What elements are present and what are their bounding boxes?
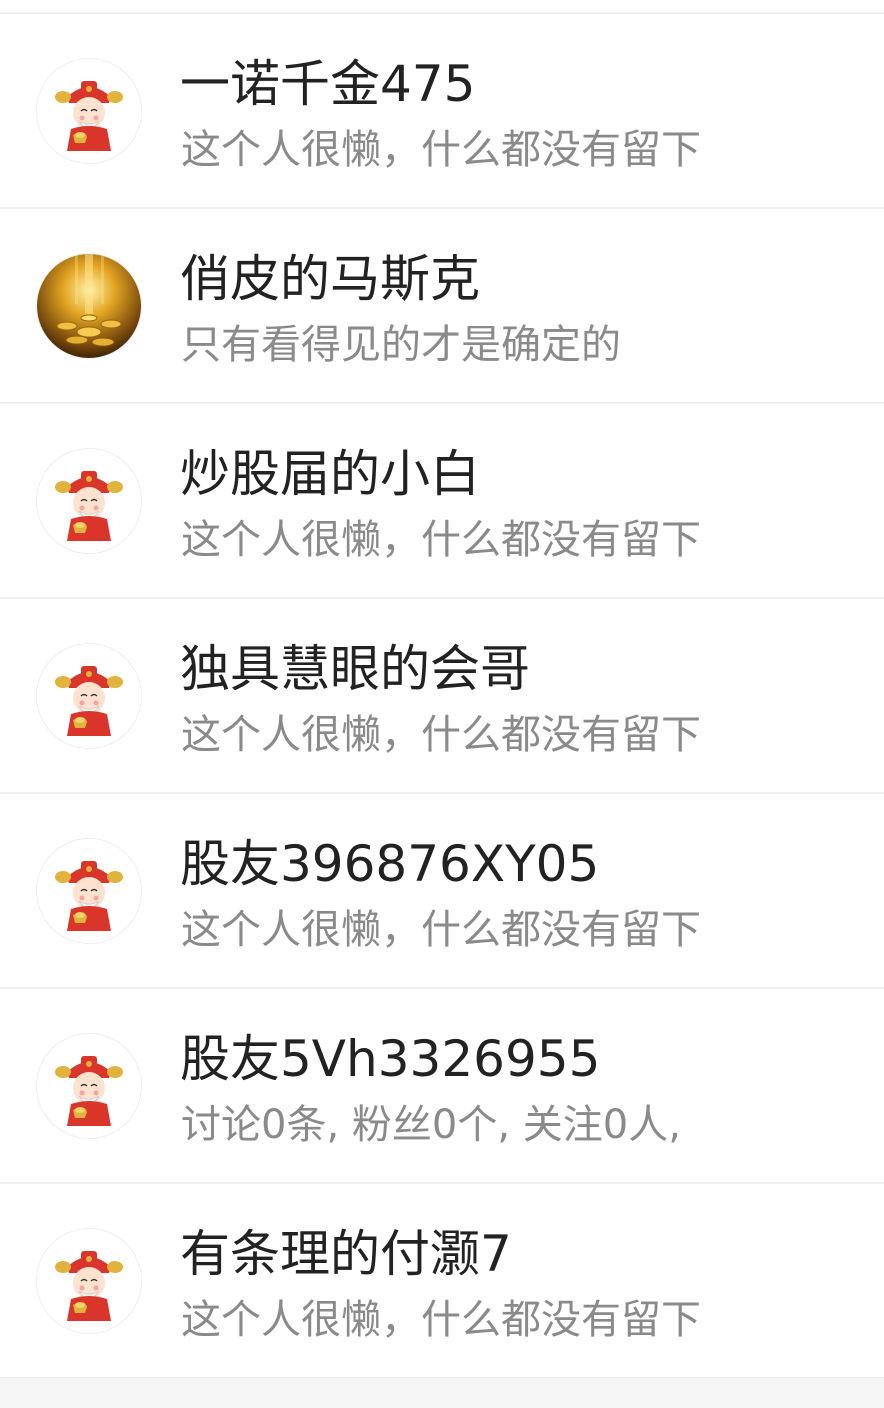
user-name[interactable]: 一诺千金475 xyxy=(180,52,475,116)
gold-coins-avatar-icon[interactable] xyxy=(37,254,141,358)
user-list-item[interactable]: 俏皮的马斯克 只有看得见的才是确定的 xyxy=(0,209,884,404)
caishen-avatar-icon[interactable] xyxy=(37,59,141,163)
user-list: 一诺千金475 这个人很懒，什么都没有留下 俏皮的马斯克 只有看得见的才是确定的… xyxy=(0,12,884,1379)
caishen-avatar-icon[interactable] xyxy=(37,839,141,943)
user-name[interactable]: 炒股届的小白 xyxy=(180,442,480,506)
user-list-item[interactable]: 股友5Vh3326955 讨论0条, 粉丝0个, 关注0人, xyxy=(0,989,884,1184)
caishen-avatar-icon[interactable] xyxy=(37,1229,141,1333)
caishen-avatar-icon[interactable] xyxy=(37,644,141,748)
user-description: 这个人很懒，什么都没有留下 xyxy=(181,1297,701,1343)
user-list-item[interactable]: 独具慧眼的会哥 这个人很懒，什么都没有留下 xyxy=(0,599,884,794)
user-list-item[interactable]: 一诺千金475 这个人很懒，什么都没有留下 xyxy=(0,14,884,209)
user-list-item[interactable]: 股友396876XY05 这个人很懒，什么都没有留下 xyxy=(0,794,884,989)
user-description: 这个人很懒，什么都没有留下 xyxy=(181,907,701,953)
user-description: 这个人很懒，什么都没有留下 xyxy=(181,127,701,173)
user-list-item[interactable]: 炒股届的小白 这个人很懒，什么都没有留下 xyxy=(0,404,884,599)
caishen-avatar-icon[interactable] xyxy=(37,1034,141,1138)
user-name[interactable]: 股友5Vh3326955 xyxy=(180,1027,600,1091)
caishen-avatar-icon[interactable] xyxy=(37,449,141,553)
user-description: 这个人很懒，什么都没有留下 xyxy=(181,712,701,758)
user-list-item[interactable]: 有条理的付灏7 这个人很懒，什么都没有留下 xyxy=(0,1184,884,1379)
user-name[interactable]: 股友396876XY05 xyxy=(180,832,599,896)
user-name[interactable]: 独具慧眼的会哥 xyxy=(180,637,530,701)
user-description: 这个人很懒，什么都没有留下 xyxy=(181,517,701,563)
user-description: 讨论0条, 粉丝0个, 关注0人, xyxy=(181,1102,681,1148)
user-name[interactable]: 俏皮的马斯克 xyxy=(180,247,480,311)
user-name[interactable]: 有条理的付灏7 xyxy=(180,1222,512,1286)
user-description: 只有看得见的才是确定的 xyxy=(181,322,621,368)
list-footer-area xyxy=(0,1378,884,1408)
